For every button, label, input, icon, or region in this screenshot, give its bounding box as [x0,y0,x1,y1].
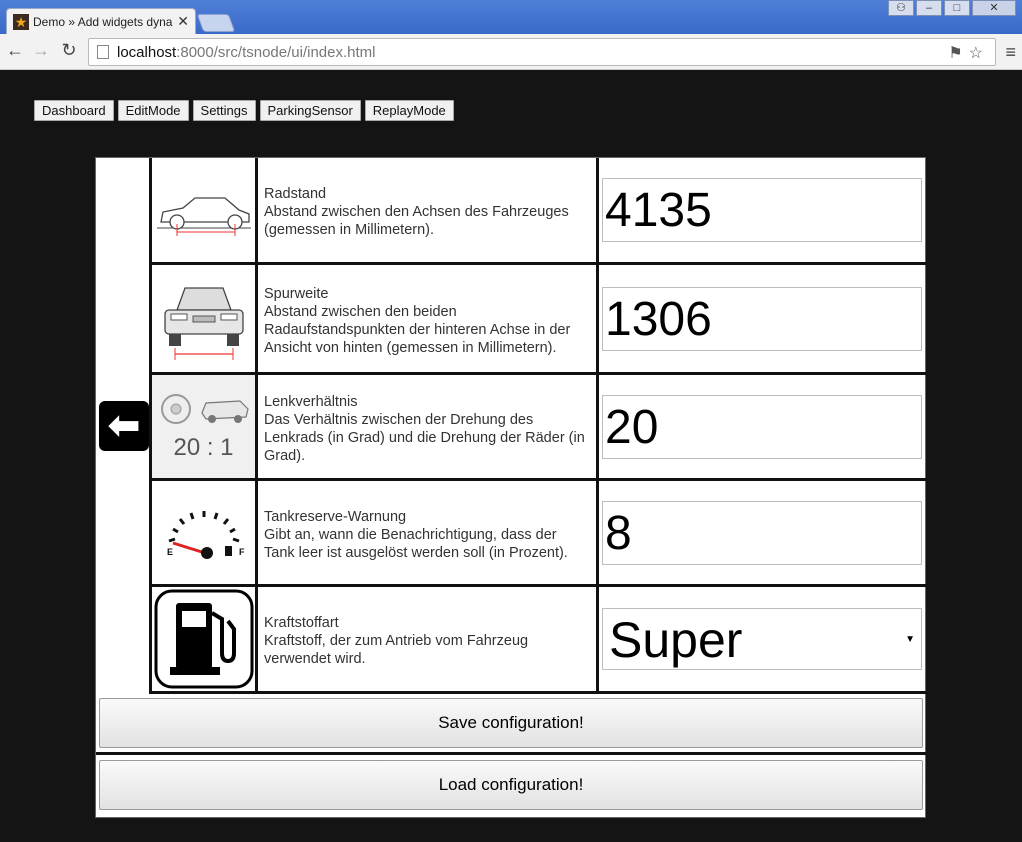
nav-parkingsensor-button[interactable]: ParkingSensor [259,100,361,121]
tab-title: Demo » Add widgets dyna [33,14,173,29]
setting-description-cell: Radstand Abstand zwischen den Achsen des… [258,158,599,262]
fuel-pump-icon [152,587,258,691]
gauge-e-label: E [167,547,173,557]
radstand-input[interactable]: 4135 [602,178,922,242]
reload-icon[interactable]: ↻ [58,40,80,61]
kraftstoffart-select[interactable]: Super ▼ [602,608,922,670]
nav-dashboard-button[interactable]: Dashboard [34,100,114,121]
setting-input-cell: 1306 [599,265,927,372]
setting-title: Radstand [264,186,327,202]
setting-row-radstand: Radstand Abstand zwischen den Achsen des… [152,158,927,265]
setting-description: Kraftstoff, der zum Antrieb vom Fahrzeug… [264,633,529,667]
page-content: Dashboard EditMode Settings ParkingSenso… [0,70,1022,842]
back-arrow-icon[interactable]: ← [4,40,26,61]
setting-description: Abstand zwischen den beiden Radaufstands… [264,303,571,356]
setting-row-spurweite: Spurweite Abstand zwischen den beiden Ra… [152,265,927,375]
nav-editmode-button[interactable]: EditMode [117,100,189,121]
setting-title: Tankreserve-Warnung [264,508,407,525]
setting-description: Abstand zwischen den Achsen des Fahrzeug… [264,204,569,238]
setting-input-cell: 4135 [599,158,927,262]
nav-replaymode-button[interactable]: ReplayMode [364,100,454,121]
favicon-star-icon: ★ [13,13,29,30]
url-host: localhost [117,43,177,61]
fuel-gauge-icon: E F [152,481,258,584]
setting-description: Das Verhältnis zwischen der Drehung des … [264,411,585,464]
tankreserve-input[interactable]: 8 [602,500,922,565]
nav-settings-button[interactable]: Settings [192,100,256,121]
browser-toolbar: ← → ↻ localhost:8000/src/tsnode/ui/index… [0,34,1022,70]
menu-icon[interactable]: ≡ [1005,42,1016,63]
setting-input-cell: 20 [599,375,927,478]
forward-arrow-icon[interactable]: → [30,40,52,61]
setting-input-cell: Super ▼ [599,587,927,691]
url-path: :8000/src/tsnode/ui/index.html [176,43,376,61]
address-bar[interactable]: localhost:8000/src/tsnode/ui/index.html … [88,38,996,66]
steering-ratio-text: 20 : 1 [173,434,234,461]
user-icon[interactable]: ⚇ [888,0,914,16]
browser-tabstrip: ★ Demo » Add widgets dyna ✕ ⚇ – □ ✕ [0,0,1022,34]
steering-ratio-icon: 20 : 1 [152,375,258,478]
window-close-icon[interactable]: ✕ [972,0,1016,16]
page-icon [97,45,109,59]
setting-title: Lenkverhältnis [264,393,358,410]
translate-and-star-icons[interactable]: ⚑☆ [948,43,989,63]
car-rear-track-icon [152,265,258,372]
maximize-icon[interactable]: □ [944,0,970,16]
setting-description-cell: Kraftstoffart Kraftstoff, der zum Antrie… [258,587,599,691]
setting-title: Spurweite [264,285,329,302]
setting-description-cell: Tankreserve-Warnung Gibt an, wann die Be… [258,481,599,584]
settings-panel: ⬅ Radstand Abstand zwischen den Achsen d… [95,157,927,818]
gauge-f-label: F [239,547,245,557]
save-configuration-button[interactable]: Save configuration! [99,698,923,748]
setting-row-tankreserve: E F Tankreserve-Warnung Gibt an, wann di… [152,481,927,587]
window-controls: ⚇ – □ ✕ [888,0,1016,16]
load-configuration-button[interactable]: Load configuration! [99,760,923,810]
car-side-wheelbase-icon [152,158,258,262]
browser-tab[interactable]: ★ Demo » Add widgets dyna ✕ [6,8,196,34]
back-column: ⬅ [96,158,152,694]
back-arrow-button[interactable]: ⬅ [99,401,149,451]
button-divider [96,752,927,755]
setting-description: Gibt an, wann die Benachrichtigung, dass… [264,526,568,561]
setting-row-lenkverhaeltnis: 20 : 1 Lenkverhältnis Das Verhältnis zwi… [152,375,927,481]
lenkverhaeltnis-input[interactable]: 20 [602,394,922,459]
setting-input-cell: 8 [599,481,927,584]
setting-row-kraftstoffart: Kraftstoffart Kraftstoff, der zum Antrie… [152,587,927,694]
minimize-icon[interactable]: – [916,0,942,16]
new-tab-button[interactable] [196,14,236,32]
setting-description-cell: Lenkverhältnis Das Verhältnis zwischen d… [258,375,599,478]
setting-description-cell: Spurweite Abstand zwischen den beiden Ra… [258,265,599,372]
dropdown-arrow-icon: ▼ [905,634,915,645]
main-nav: Dashboard EditMode Settings ParkingSenso… [34,100,454,121]
setting-title: Kraftstoffart [264,615,339,631]
tab-close-icon[interactable]: ✕ [177,13,189,30]
kraftstoffart-selected-value: Super [609,612,743,668]
spurweite-input[interactable]: 1306 [602,286,922,351]
